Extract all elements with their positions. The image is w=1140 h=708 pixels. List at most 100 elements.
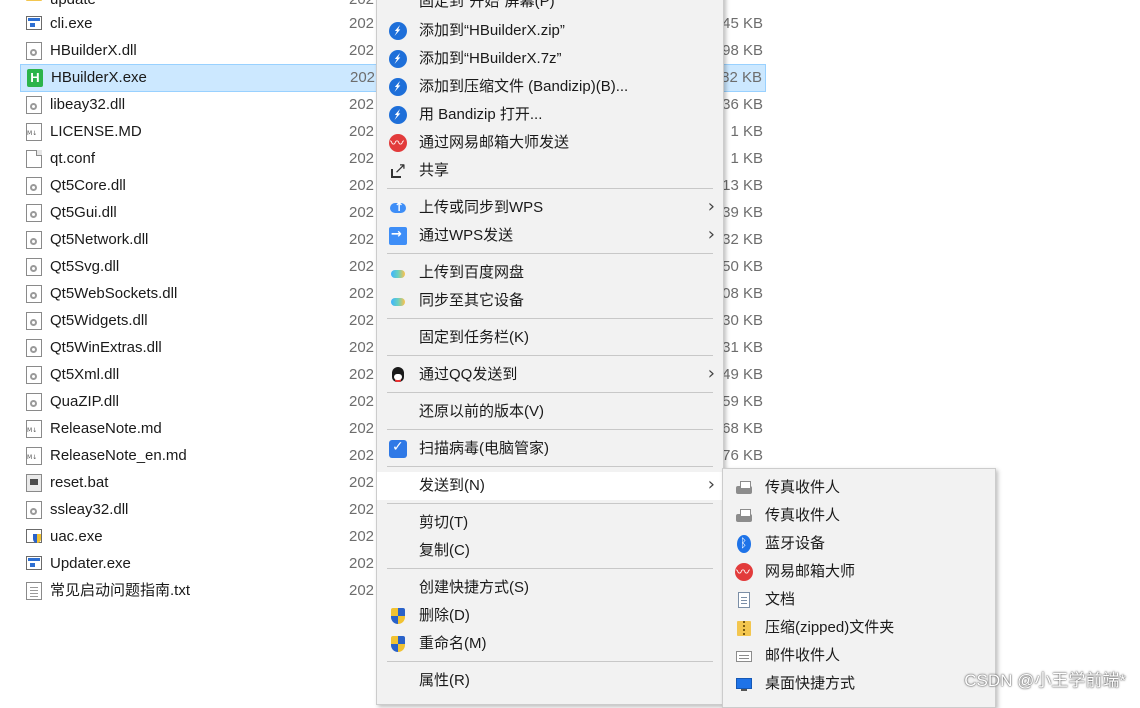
file-name: Qt5Gui.dll xyxy=(50,204,117,221)
sendto-item-mail-recipient[interactable]: 邮件收件人 xyxy=(723,642,995,670)
menu-item-open-with-bandizip[interactable]: 用 Bandizip 打开... xyxy=(377,101,723,129)
file-size: 1 KB xyxy=(730,123,763,140)
dll-icon xyxy=(26,204,42,222)
dll-icon xyxy=(26,42,42,60)
menu-item-cut[interactable]: 剪切(T) xyxy=(377,509,723,537)
file-date: 202 xyxy=(349,204,375,221)
file-date: 202 xyxy=(349,501,375,518)
markdown-icon xyxy=(26,447,42,465)
file-size: 1 KB xyxy=(730,150,763,167)
hbuilderx-icon: H xyxy=(27,69,43,87)
menu-item-send-via-wps[interactable]: 通过WPS发送 › xyxy=(377,222,723,250)
menu-separator xyxy=(387,661,713,662)
menu-item-send-via-mail-master[interactable]: 通过网易邮箱大师发送 xyxy=(377,129,723,157)
menu-separator xyxy=(387,568,713,569)
sendto-item-fax-recipient[interactable]: 传真收件人 xyxy=(723,474,995,502)
file-name: reset.bat xyxy=(50,474,109,491)
dll-icon xyxy=(26,366,42,384)
chevron-right-icon: › xyxy=(707,474,715,495)
document-icon xyxy=(26,150,42,168)
menu-item-add-to-7z[interactable]: 添加到“HBuilderX.7z” xyxy=(377,45,723,73)
dll-icon xyxy=(26,285,42,303)
file-date: 202 xyxy=(349,42,375,59)
sendto-item-mail-master[interactable]: 网易邮箱大师 xyxy=(723,558,995,586)
sendto-item-zipped-folder[interactable]: 压缩(zipped)文件夹 xyxy=(723,614,995,642)
file-size: 68 KB xyxy=(722,420,763,437)
bluetooth-icon xyxy=(737,535,751,553)
uac-shield-icon xyxy=(389,607,407,625)
menu-item-label: 共享 xyxy=(419,162,450,179)
file-name: Qt5Svg.dll xyxy=(50,258,120,275)
file-date: 202 xyxy=(349,0,374,10)
file-date: 202 xyxy=(349,582,375,599)
menu-item-copy[interactable]: 复制(C) xyxy=(377,537,723,565)
menu-item-properties[interactable]: 属性(R) xyxy=(377,667,723,695)
file-date: 202 xyxy=(349,258,375,275)
sendto-item-desktop-shortcut[interactable]: 桌面快捷方式 xyxy=(723,670,995,698)
markdown-icon xyxy=(26,420,42,438)
menu-item-label: 删除(D) xyxy=(419,607,470,624)
bandizip-icon xyxy=(389,78,407,96)
file-size: 76 KB xyxy=(722,447,763,464)
sendto-item-documents[interactable]: 文档 xyxy=(723,586,995,614)
menu-item-scan-virus[interactable]: 扫描病毒(电脑管家) xyxy=(377,435,723,463)
file-date: 202 xyxy=(349,420,375,437)
file-date: 202 xyxy=(349,555,375,572)
menu-item-restore-previous-versions[interactable]: 还原以前的版本(V) xyxy=(377,398,723,426)
qq-icon xyxy=(389,366,407,384)
menu-item-share[interactable]: 共享 xyxy=(377,157,723,185)
menu-item-label: 添加到“HBuilderX.7z” xyxy=(419,50,562,67)
menu-separator xyxy=(387,466,713,467)
file-name: HBuilderX.exe xyxy=(51,69,147,86)
menu-item-send-to[interactable]: 发送到(N) › xyxy=(377,472,723,500)
file-date: 202 xyxy=(349,285,375,302)
send-to-submenu: 传真收件人 传真收件人 蓝牙设备 网易邮箱大师 文档 压缩(zipped)文件夹… xyxy=(722,468,996,708)
file-size: 32 KB xyxy=(722,231,763,248)
menu-separator xyxy=(387,188,713,189)
menu-item-label: 邮件收件人 xyxy=(765,647,841,664)
exe-icon xyxy=(26,16,42,30)
bandizip-icon xyxy=(389,106,407,124)
file-size: 59 KB xyxy=(722,393,763,410)
menu-item-label: 扫描病毒(电脑管家) xyxy=(419,440,549,457)
sendto-item-bluetooth[interactable]: 蓝牙设备 xyxy=(723,530,995,558)
menu-item-send-via-qq[interactable]: 通过QQ发送到 › xyxy=(377,361,723,389)
menu-item-rename[interactable]: 重命名(M) xyxy=(377,630,723,658)
menu-item-add-to-zip[interactable]: 添加到“HBuilderX.zip” xyxy=(377,17,723,45)
menu-item-label: 用 Bandizip 打开... xyxy=(419,106,543,123)
menu-item-delete[interactable]: 删除(D) xyxy=(377,602,723,630)
file-date: 202 xyxy=(349,150,375,167)
bandizip-icon xyxy=(389,50,407,68)
menu-item-upload-to-wps[interactable]: 上传或同步到WPS › xyxy=(377,194,723,222)
menu-item-pin-to-taskbar[interactable]: 固定到任务栏(K) xyxy=(377,324,723,352)
menu-item-upload-to-baidu[interactable]: 上传到百度网盘 xyxy=(377,259,723,287)
menu-item-sync-to-devices[interactable]: 同步至其它设备 xyxy=(377,287,723,315)
menu-item-label: 发送到(N) xyxy=(419,477,485,494)
share-icon xyxy=(389,159,407,180)
file-name: cli.exe xyxy=(50,15,93,32)
exe-icon xyxy=(26,556,42,570)
file-name: Qt5Core.dll xyxy=(50,177,126,194)
menu-item-label: 创建快捷方式(S) xyxy=(419,579,529,596)
menu-item-pin-to-start[interactable]: 固定到"开始"屏幕(P) xyxy=(377,0,723,16)
menu-item-create-shortcut[interactable]: 创建快捷方式(S) xyxy=(377,574,723,602)
menu-item-label: 复制(C) xyxy=(419,542,470,559)
menu-item-label: 重命名(M) xyxy=(419,635,487,652)
menu-item-add-to-archive[interactable]: 添加到压缩文件 (Bandizip)(B)... xyxy=(377,73,723,101)
menu-separator xyxy=(387,392,713,393)
menu-item-label: 同步至其它设备 xyxy=(419,292,525,309)
mail-master-icon xyxy=(389,133,407,153)
sendto-item-fax-recipient-2[interactable]: 传真收件人 xyxy=(723,502,995,530)
baidu-netdisk-icon xyxy=(389,264,407,282)
menu-item-label: 通过网易邮箱大师发送 xyxy=(419,134,570,151)
markdown-icon xyxy=(26,123,42,141)
file-name: LICENSE.MD xyxy=(50,123,142,140)
file-name: ssleay32.dll xyxy=(50,501,129,518)
file-date: 202 xyxy=(349,231,375,248)
file-size: 82 KB xyxy=(721,69,762,86)
file-name: Qt5Xml.dll xyxy=(50,366,120,383)
batch-icon xyxy=(26,474,42,492)
file-date: 202 xyxy=(349,123,375,140)
dll-icon xyxy=(26,501,42,519)
file-date: 202 xyxy=(349,474,375,491)
